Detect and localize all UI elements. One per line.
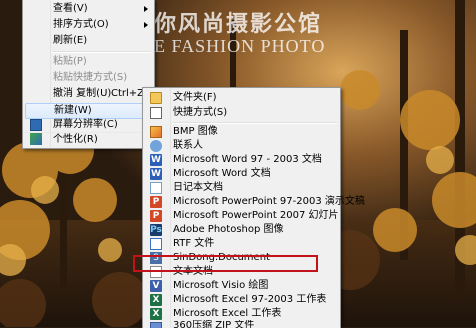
menu-item-new[interactable]: 新建(W): [25, 103, 152, 119]
menu-item-sort-by[interactable]: 排序方式(O): [25, 17, 152, 33]
new-item-shortcut-label: 快捷方式(S): [173, 107, 228, 118]
menu-item-view-label: 查看(V): [53, 3, 88, 14]
powerpoint-icon: P: [150, 196, 162, 208]
journal-icon: [150, 182, 162, 194]
desktop-context-menu: 查看(V) 排序方式(O) 刷新(E) 粘贴(P) 粘贴快捷方式(S) 撤消 复…: [22, 0, 155, 136]
visio-icon: V: [150, 280, 162, 292]
watermark-title-en: E FASHION PHOTO: [154, 36, 326, 56]
excel-icon: X: [150, 294, 162, 306]
zip-archive-icon: [150, 322, 162, 328]
watermark-title-cn: 你风尚摄影公馆: [154, 11, 323, 37]
menu-item-screen-resolution[interactable]: 屏幕分辨率(C): [25, 118, 152, 132]
menu-item-paste-shortcut[interactable]: 粘贴快捷方式(S): [25, 70, 152, 86]
new-submenu: 文件夹(F) 快捷方式(S) BMP 图像 联系人 W Microsoft Wo…: [142, 87, 365, 328]
bmp-image-icon: [150, 126, 162, 138]
menu-item-personalize[interactable]: 个性化(R): [25, 132, 152, 147]
menu-item-screen-resolution-label: 屏幕分辨率(C): [53, 119, 118, 130]
menu-item-personalize-label: 个性化(R): [53, 134, 98, 145]
highlight-annotation-box: [133, 255, 318, 272]
excel-icon: X: [150, 308, 162, 320]
folder-icon: [150, 92, 162, 104]
contact-icon: [150, 140, 162, 152]
personalize-icon: [30, 133, 42, 145]
new-item-folder[interactable]: 文件夹(F): [145, 90, 338, 106]
new-item-folder-label: 文件夹(F): [173, 92, 217, 103]
word-icon: W: [150, 168, 162, 180]
powerpoint-icon: P: [150, 210, 162, 222]
rtf-document-icon: [150, 238, 162, 250]
menu-item-paste-shortcut-label: 粘贴快捷方式(S): [53, 72, 128, 83]
menu-item-view[interactable]: 查看(V): [25, 1, 152, 17]
word-icon: W: [150, 154, 162, 166]
menu-item-paste[interactable]: 粘贴(P): [25, 54, 152, 70]
shortcut-icon: [150, 107, 162, 119]
menu-item-paste-label: 粘贴(P): [53, 56, 87, 67]
menu-item-undo-copy-label: 撤消 复制(U): [53, 88, 112, 99]
submenu-arrow-icon: [144, 6, 148, 12]
desktop-context-menu-tail: 个性化(R): [22, 133, 155, 149]
photoshop-icon: Ps: [150, 224, 162, 236]
menu-item-sort-by-label: 排序方式(O): [53, 19, 109, 30]
menu-separator: [52, 51, 151, 53]
new-item-shortcut[interactable]: 快捷方式(S): [145, 105, 338, 121]
menu-item-undo-copy-shortcut: Ctrl+Z: [110, 88, 144, 99]
submenu-arrow-icon: [144, 22, 148, 28]
menu-item-refresh[interactable]: 刷新(E): [25, 33, 152, 49]
menu-item-undo-copy[interactable]: 撤消 复制(U) Ctrl+Z: [25, 86, 152, 102]
menu-item-new-label: 新建(W): [54, 105, 92, 116]
screen-resolution-icon: [30, 119, 42, 131]
menu-item-refresh-label: 刷新(E): [53, 35, 88, 46]
